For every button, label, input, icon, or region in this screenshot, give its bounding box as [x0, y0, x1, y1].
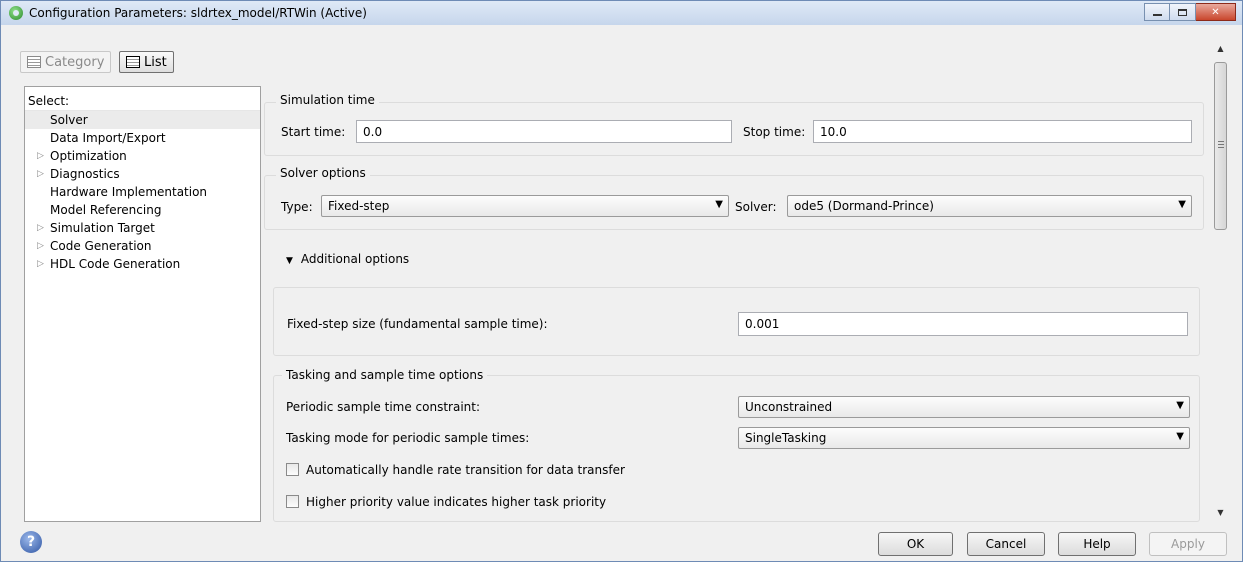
vertical-scrollbar[interactable]: ▲ ▼ [1212, 38, 1229, 522]
tree-item-simulation-target[interactable]: ▷ Simulation Target [25, 219, 260, 237]
scroll-grip-icon [1218, 141, 1224, 148]
expand-triangle-icon[interactable]: ▷ [37, 147, 44, 165]
tree-item-label: HDL Code Generation [50, 257, 181, 271]
auto-rate-transition-label: Automatically handle rate transition for… [306, 463, 625, 477]
tree-item-label: Optimization [50, 149, 127, 163]
close-button[interactable]: ✕ [1196, 3, 1236, 21]
tree-item-label: Model Referencing [50, 203, 162, 217]
start-time-input[interactable]: 0.0 [356, 120, 732, 143]
title-bar[interactable]: Configuration Parameters: sldrtex_model/… [1, 1, 1242, 25]
type-label: Type: [281, 200, 313, 214]
solver-select[interactable]: ode5 (Dormand-Prince) ▼ [787, 195, 1192, 217]
category-view-icon [27, 56, 41, 68]
dropdown-arrow-icon: ▼ [1176, 400, 1184, 411]
solver-type-value: Fixed-step [328, 199, 390, 213]
dropdown-arrow-icon: ▼ [715, 199, 723, 210]
solver-type-select[interactable]: Fixed-step ▼ [321, 195, 729, 217]
periodic-constraint-value: Unconstrained [745, 400, 833, 414]
solver-value: ode5 (Dormand-Prince) [794, 199, 934, 213]
config-window: Configuration Parameters: sldrtex_model/… [0, 0, 1243, 562]
stop-time-input[interactable]: 10.0 [813, 120, 1192, 143]
higher-priority-checkbox[interactable] [286, 495, 299, 508]
minimize-button[interactable] [1144, 3, 1170, 21]
maximize-icon [1178, 8, 1187, 16]
cancel-button[interactable]: Cancel [967, 532, 1045, 556]
start-time-label: Start time: [281, 125, 346, 139]
stop-time-label: Stop time: [743, 125, 806, 139]
maximize-button[interactable] [1170, 3, 1196, 21]
additional-options-label: Additional options [300, 252, 410, 266]
help-icon[interactable]: ? [20, 531, 42, 553]
periodic-constraint-select[interactable]: Unconstrained ▼ [738, 396, 1190, 418]
close-icon: ✕ [1211, 6, 1220, 18]
tree-item-label: Data Import/Export [50, 131, 166, 145]
tree-item-label: Hardware Implementation [50, 185, 208, 199]
tasking-mode-value: SingleTasking [745, 431, 827, 445]
list-view-icon [126, 56, 140, 68]
tree-item-model-referencing[interactable]: Model Referencing [25, 201, 260, 219]
tree-item-code-generation[interactable]: ▷ Code Generation [25, 237, 260, 255]
tasking-title: Tasking and sample time options [282, 368, 488, 382]
tree-item-diagnostics[interactable]: ▷ Diagnostics [25, 165, 260, 183]
fixed-step-size-input[interactable]: 0.001 [738, 312, 1188, 336]
caption-buttons: ✕ [1144, 3, 1236, 21]
solver-options-title: Solver options [276, 166, 370, 180]
tree-item-data-import-export[interactable]: Data Import/Export [25, 129, 260, 147]
expand-triangle-icon[interactable]: ▷ [37, 219, 44, 237]
tree-item-label: Simulation Target [50, 221, 155, 235]
simulation-time-title: Simulation time [276, 93, 379, 107]
expand-triangle-icon[interactable]: ▷ [37, 165, 44, 183]
scroll-down-arrow-icon[interactable]: ▼ [1212, 504, 1229, 521]
auto-rate-transition-checkbox[interactable] [286, 463, 299, 476]
higher-priority-label: Higher priority value indicates higher t… [306, 495, 607, 509]
tree-item-optimization[interactable]: ▷ Optimization [25, 147, 260, 165]
collapse-triangle-icon: ▼ [286, 256, 293, 266]
tree-item-label: Diagnostics [50, 167, 120, 181]
fixed-step-size-label: Fixed-step size (fundamental sample time… [287, 317, 548, 331]
tree-header: Select: [25, 87, 260, 111]
tasking-mode-label: Tasking mode for periodic sample times: [286, 431, 530, 445]
tree-item-hardware-implementation[interactable]: Hardware Implementation [25, 183, 260, 201]
expand-triangle-icon[interactable]: ▷ [37, 237, 44, 255]
tree-item-label: Solver [50, 113, 88, 127]
solver-label: Solver: [735, 200, 777, 214]
scroll-thumb[interactable] [1214, 62, 1227, 230]
ok-button[interactable]: OK [878, 532, 953, 556]
window-title: Configuration Parameters: sldrtex_model/… [29, 6, 367, 20]
help-button[interactable]: Help [1058, 532, 1136, 556]
category-view-button[interactable]: Category [20, 51, 112, 73]
dropdown-arrow-icon: ▼ [1178, 199, 1186, 210]
list-view-label: List [144, 54, 167, 70]
additional-options-toggle[interactable]: ▼ Additional options [286, 252, 409, 266]
periodic-constraint-label: Periodic sample time constraint: [286, 400, 481, 414]
category-tree: Select: Solver Data Import/Export ▷ Optim… [24, 86, 261, 522]
tree-item-hdl-code-generation[interactable]: ▷ HDL Code Generation [25, 255, 260, 273]
minimize-icon [1152, 14, 1162, 16]
expand-triangle-icon[interactable]: ▷ [37, 255, 44, 273]
dropdown-arrow-icon: ▼ [1176, 431, 1184, 442]
tasking-mode-select[interactable]: SingleTasking ▼ [738, 427, 1190, 449]
scroll-up-arrow-icon[interactable]: ▲ [1212, 40, 1229, 57]
apply-button[interactable]: Apply [1149, 532, 1227, 556]
tree-item-solver[interactable]: Solver [25, 111, 260, 129]
category-view-label: Category [45, 54, 105, 70]
matlab-config-icon [9, 6, 23, 20]
list-view-button[interactable]: List [119, 51, 174, 73]
tree-item-label: Code Generation [50, 239, 152, 253]
